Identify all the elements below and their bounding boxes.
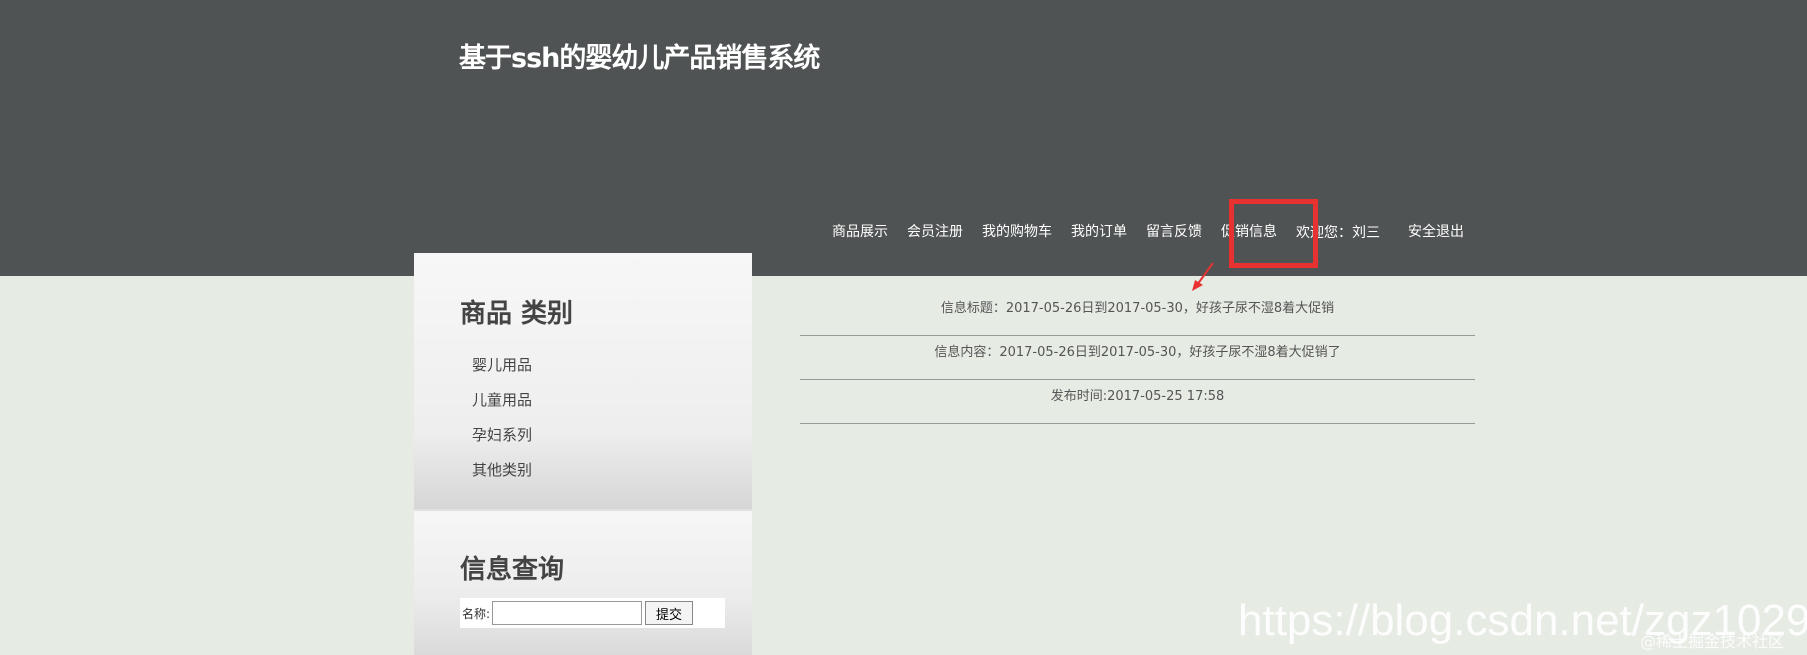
search-submit-button[interactable]: 提交 [645, 601, 694, 625]
nav-logout[interactable]: 安全退出 [1408, 222, 1464, 242]
main-nav: 商品展示 会员注册 我的购物车 我的订单 留言反馈 促销信息 欢迎您：刘三 安全… [832, 222, 1483, 242]
category-list: 婴儿用品 儿童用品 孕妇系列 其他类别 [472, 351, 532, 491]
category-title: 商品 类别 [460, 299, 574, 329]
watermark-community: @稀土掘金技术社区 [1640, 632, 1785, 651]
promotion-time-row: 发布时间:2017-05-25 17:58 [800, 380, 1475, 424]
category-item-maternity[interactable]: 孕妇系列 [472, 421, 532, 456]
site-title: 基于ssh的婴幼儿产品销售系统 [459, 43, 820, 74]
promotion-title-row: 信息标题：2017-05-26日到2017-05-30，好孩子尿不湿8着大促销 [800, 292, 1475, 336]
search-name-input[interactable] [492, 601, 643, 625]
header-bar: 基于ssh的婴幼儿产品销售系统 商品展示 会员注册 我的购物车 我的订单 留言反… [0, 0, 1807, 276]
sidebar: 商品 类别 婴儿用品 儿童用品 孕妇系列 其他类别 信息查询 名称: 提交 [414, 253, 752, 655]
category-item-baby[interactable]: 婴儿用品 [472, 351, 532, 386]
category-panel: 商品 类别 婴儿用品 儿童用品 孕妇系列 其他类别 [414, 253, 752, 509]
nav-my-orders[interactable]: 我的订单 [1071, 222, 1127, 242]
nav-member-register[interactable]: 会员注册 [907, 222, 963, 242]
highlight-annotation-box [1229, 199, 1318, 268]
category-item-children[interactable]: 儿童用品 [472, 386, 532, 421]
search-name-label: 名称: [462, 606, 491, 621]
search-form: 名称: 提交 [460, 598, 725, 628]
nav-feedback[interactable]: 留言反馈 [1146, 222, 1202, 242]
category-item-other[interactable]: 其他类别 [472, 456, 532, 491]
promotion-content: 信息标题：2017-05-26日到2017-05-30，好孩子尿不湿8着大促销 … [800, 292, 1475, 424]
nav-product-display[interactable]: 商品展示 [832, 222, 888, 242]
search-title: 信息查询 [460, 555, 565, 585]
promotion-content-row: 信息内容：2017-05-26日到2017-05-30，好孩子尿不湿8着大促销了 [800, 336, 1475, 380]
annotation-arrow-icon [1192, 262, 1214, 291]
nav-my-cart[interactable]: 我的购物车 [982, 222, 1052, 242]
